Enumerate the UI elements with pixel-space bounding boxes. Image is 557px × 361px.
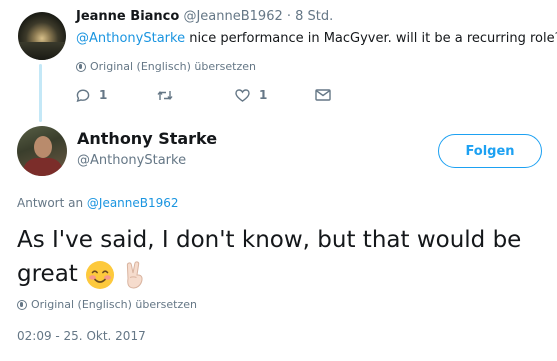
parent-translate-label: Original (Englisch) übersetzen: [90, 60, 256, 73]
parent-text: @AnthonyStarke nice performance in MacGy…: [76, 31, 557, 46]
blush-emoji-icon: [86, 260, 115, 289]
reply-icon: [76, 88, 90, 102]
victory-hand-icon: [127, 260, 143, 288]
main-translate[interactable]: Original (Englisch) übersetzen: [17, 298, 197, 311]
reply-mention[interactable]: @JeanneB1962: [87, 196, 179, 210]
main-author-handle[interactable]: @AnthonyStarke: [77, 153, 186, 168]
parent-mention[interactable]: @AnthonyStarke: [76, 31, 185, 46]
parent-author-handle[interactable]: @JeanneB1962: [183, 9, 282, 24]
parent-author-name[interactable]: Jeanne Bianco: [76, 9, 179, 24]
parent-avatar[interactable]: [18, 12, 66, 60]
globe-icon: [76, 61, 86, 72]
parent-text-body: nice performance in MacGyver. will it be…: [185, 31, 557, 46]
main-author-name[interactable]: Anthony Starke: [77, 129, 217, 148]
like-button[interactable]: 1: [235, 88, 315, 102]
like-count: 1: [259, 88, 268, 102]
parent-header: Jeanne Bianco @JeanneB1962 · 8 Std.: [76, 9, 333, 24]
parent-time[interactable]: 8 Std.: [295, 9, 333, 24]
parent-translate[interactable]: Original (Englisch) übersetzen: [76, 60, 256, 73]
like-icon: [235, 88, 250, 102]
reply-count: 1: [99, 88, 108, 102]
retweet-icon: [157, 90, 173, 100]
main-avatar[interactable]: [17, 126, 67, 176]
reply-button[interactable]: 1: [76, 88, 157, 102]
main-timestamp[interactable]: 02:09 - 25. Okt. 2017: [17, 329, 146, 343]
parent-actions: 1 1: [76, 88, 331, 102]
separator: ·: [286, 9, 292, 24]
reply-prefix: Antwort an: [17, 196, 87, 210]
retweet-button[interactable]: [157, 89, 235, 102]
main-tweet-text: As I've said, I don't know, but that wou…: [17, 223, 557, 291]
globe-icon: [17, 299, 27, 310]
follow-button[interactable]: Folgen: [438, 134, 542, 168]
message-button[interactable]: [315, 89, 331, 101]
reply-to-line: Antwort an @JeanneB1962: [17, 196, 179, 210]
main-translate-label: Original (Englisch) übersetzen: [31, 298, 197, 311]
message-icon: [315, 89, 331, 101]
thread-line: [39, 64, 42, 122]
